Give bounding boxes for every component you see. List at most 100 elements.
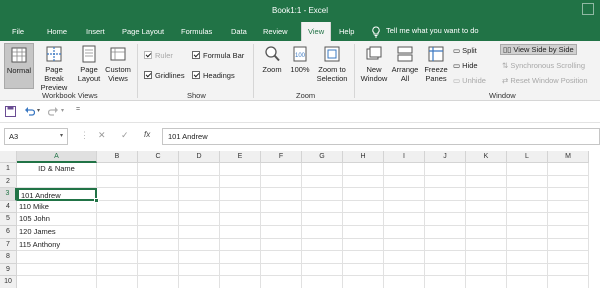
cell-j1[interactable] [425,163,466,176]
ribbon-display-options-icon[interactable] [582,3,594,15]
cell-b4[interactable] [97,200,138,214]
cell-j8[interactable] [425,251,466,264]
cell-k2[interactable] [466,175,507,189]
tab-help[interactable]: Help [339,27,354,36]
cell-b9[interactable] [97,263,138,277]
unhide-button[interactable]: ▭ Unhide [453,76,486,85]
normal-view-button[interactable]: Normal [4,43,34,89]
cell-h10[interactable] [343,276,384,288]
redo-dropdown-icon[interactable]: ▾ [61,107,64,114]
freeze-panes-button[interactable]: Freeze Panes [421,43,451,89]
cell-e2[interactable] [220,175,261,189]
cell-k5[interactable] [466,213,507,226]
column-header-i[interactable]: I [384,151,425,163]
zoom-button[interactable]: Zoom [259,43,285,89]
tab-data[interactable]: Data [231,27,247,36]
cell-i10[interactable] [384,276,425,288]
cell-f7[interactable] [261,238,302,252]
cell-f8[interactable] [261,251,302,264]
cell-m3[interactable] [548,188,589,201]
cell-f2[interactable] [261,175,302,189]
undo-icon[interactable] [24,106,35,117]
tab-view[interactable]: View [301,22,332,41]
custom-views-button[interactable]: Custom Views [103,43,133,89]
reset-window-position-button[interactable]: ⇄ Reset Window Position [502,76,588,85]
cell-d6[interactable] [179,226,220,239]
cell-k10[interactable] [466,276,507,288]
customize-toolbar-icon[interactable]: = [76,106,80,113]
insert-function-icon[interactable]: fx [144,130,150,139]
cell-g3[interactable] [302,188,343,201]
tell-me-box[interactable]: Tell me what you want to do [372,26,479,38]
cell-c6[interactable] [138,226,179,239]
cell-j9[interactable] [425,263,466,277]
cell-e10[interactable] [220,276,261,288]
column-header-c[interactable]: C [138,151,179,163]
column-header-g[interactable]: G [302,151,343,163]
cell-i5[interactable] [384,213,425,226]
cell-a3[interactable]: 101 Andrew [17,188,99,203]
cell-l8[interactable] [507,251,548,264]
cell-j5[interactable] [425,213,466,226]
cell-m9[interactable] [548,263,589,277]
redo-icon[interactable] [48,106,59,117]
column-header-j[interactable]: J [425,151,466,163]
cell-a6[interactable]: 120 James [17,226,97,239]
cell-g5[interactable] [302,213,343,226]
cell-c5[interactable] [138,213,179,226]
cell-a2[interactable] [17,175,97,189]
row-header-2[interactable]: 2 [0,175,17,189]
column-header-b[interactable]: B [97,151,138,163]
column-header-d[interactable]: D [179,151,220,163]
cell-d5[interactable] [179,213,220,226]
cell-h5[interactable] [343,213,384,226]
cell-d10[interactable] [179,276,220,288]
cell-h3[interactable] [343,188,384,201]
cell-d4[interactable] [179,200,220,214]
cell-l6[interactable] [507,226,548,239]
cell-i2[interactable] [384,175,425,189]
undo-dropdown-icon[interactable]: ▾ [37,107,40,114]
cell-m7[interactable] [548,238,589,252]
cell-b7[interactable] [97,238,138,252]
name-box-dropdown-icon[interactable]: ▾ [60,132,63,139]
column-header-h[interactable]: H [343,151,384,163]
cell-b1[interactable] [97,163,138,176]
cell-k3[interactable] [466,188,507,201]
cell-g2[interactable] [302,175,343,189]
cell-e3[interactable] [220,188,261,201]
cell-h9[interactable] [343,263,384,277]
row-header-9[interactable]: 9 [0,263,17,277]
tab-home[interactable]: Home [47,27,67,36]
row-header-8[interactable]: 8 [0,251,17,264]
tab-review[interactable]: Review [263,27,288,36]
worksheet-grid[interactable]: A B C D E F G H I J K L M 1 ID & Name 2 3 101 Andrew 4 110 … [0,151,600,288]
cell-g10[interactable] [302,276,343,288]
cell-h8[interactable] [343,251,384,264]
cell-j7[interactable] [425,238,466,252]
row-header-7[interactable]: 7 [0,238,17,252]
cell-f9[interactable] [261,263,302,277]
cell-k9[interactable] [466,263,507,277]
cell-j10[interactable] [425,276,466,288]
hide-button[interactable]: ▭ Hide [453,61,478,70]
formula-input[interactable]: 101 Andrew [162,128,600,145]
cell-b3[interactable] [97,188,138,201]
new-window-button[interactable]: New Window [359,43,389,89]
column-header-a[interactable]: A [17,151,97,163]
formula-bar-checkbox[interactable]: Formula Bar [192,51,244,60]
cell-d2[interactable] [179,175,220,189]
cell-j6[interactable] [425,226,466,239]
row-header-10[interactable]: 10 [0,276,17,288]
column-header-m[interactable]: M [548,151,589,163]
cell-i7[interactable] [384,238,425,252]
row-header-5[interactable]: 5 [0,213,17,226]
cell-h4[interactable] [343,200,384,214]
cell-e4[interactable] [220,200,261,214]
cell-c1[interactable] [138,163,179,176]
tab-file[interactable]: File [12,27,24,36]
cell-k4[interactable] [466,200,507,214]
page-break-preview-button[interactable]: Page Break Preview [35,43,73,92]
cell-i8[interactable] [384,251,425,264]
cell-a8[interactable] [17,251,97,264]
